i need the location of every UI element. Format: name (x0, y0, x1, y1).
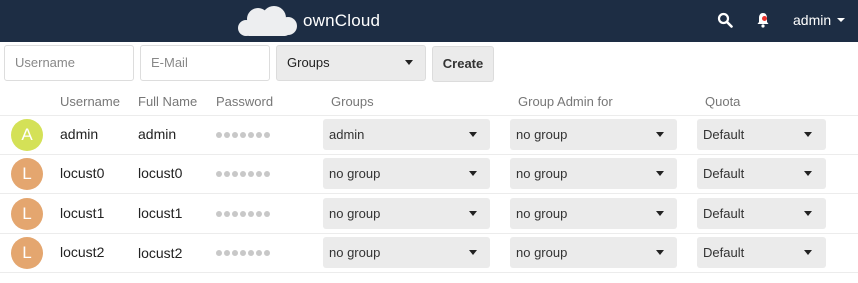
quota-dropdown[interactable]: Default (697, 237, 826, 268)
chevron-down-icon (804, 171, 812, 176)
logo[interactable]: ownCloud (234, 4, 380, 38)
group-admin-dropdown-value: no group (516, 166, 568, 181)
chevron-down-icon (405, 60, 413, 65)
table-header: Username Full Name Password Groups Group… (0, 94, 858, 114)
chevron-down-icon (804, 211, 812, 216)
cloud-logo-icon (238, 6, 297, 36)
quota-dropdown[interactable]: Default (697, 119, 826, 150)
username-cell: locust0 (60, 165, 105, 181)
groups-select[interactable]: Groups (276, 45, 426, 81)
groups-dropdown-value: no group (329, 206, 381, 221)
group-admin-dropdown-value: no group (516, 245, 568, 260)
chevron-down-icon (656, 211, 664, 216)
groups-dropdown-value: no group (329, 166, 381, 181)
top-header: ownCloud admin (0, 0, 858, 42)
table-row: L locust1 locust1 no group no group Defa… (0, 193, 858, 232)
groups-dropdown[interactable]: no group (323, 158, 490, 189)
quota-dropdown[interactable]: Default (697, 158, 826, 189)
notifications-button[interactable] (756, 11, 770, 33)
search-button[interactable] (717, 12, 733, 32)
notification-indicator (762, 16, 767, 21)
column-header-groups: Groups (331, 94, 374, 109)
quota-dropdown[interactable]: Default (697, 198, 826, 229)
table-bottom-border (0, 272, 858, 273)
password-cell[interactable] (216, 132, 270, 138)
group-admin-dropdown[interactable]: no group (510, 237, 677, 268)
brand-name: ownCloud (303, 11, 381, 30)
column-header-full-name: Full Name (138, 94, 198, 109)
chevron-down-icon (469, 250, 477, 255)
quota-dropdown-value: Default (703, 206, 745, 221)
column-header-quota: Quota (705, 94, 741, 109)
chevron-down-icon (656, 132, 664, 137)
groups-dropdown[interactable]: no group (323, 237, 490, 268)
avatar: A (11, 119, 43, 151)
groups-dropdown[interactable]: admin (323, 119, 490, 150)
quota-dropdown-value: Default (703, 166, 745, 181)
email-input[interactable]: E-Mail (140, 45, 270, 81)
table-row: A admin admin admin no group Default (0, 115, 858, 154)
groups-dropdown-value: admin (329, 127, 365, 142)
user-menu-label: admin (793, 12, 832, 28)
chevron-down-icon (469, 211, 477, 216)
username-cell: locust1 (60, 205, 105, 221)
username-input[interactable]: Username (4, 45, 134, 81)
chevron-down-icon (656, 171, 664, 176)
groups-dropdown-value: no group (329, 245, 381, 260)
quota-dropdown-value: Default (703, 245, 745, 260)
chevron-down-icon (656, 250, 664, 255)
chevron-down-icon (804, 132, 812, 137)
full-name-cell[interactable]: locust0 (138, 165, 182, 181)
group-admin-dropdown[interactable]: no group (510, 198, 677, 229)
username-cell: locust2 (60, 244, 105, 260)
chevron-down-icon (469, 132, 477, 137)
chevron-down-icon (469, 171, 477, 176)
group-admin-dropdown-value: no group (516, 127, 568, 142)
password-cell[interactable] (216, 171, 270, 177)
full-name-cell[interactable]: locust1 (138, 205, 182, 221)
table-row: L locust2 locust2 no group no group Defa… (0, 233, 858, 272)
search-icon (717, 12, 733, 28)
chevron-down-icon (804, 250, 812, 255)
password-cell[interactable] (216, 250, 270, 256)
avatar: L (11, 158, 43, 190)
avatar: L (11, 198, 43, 230)
password-cell[interactable] (216, 211, 270, 217)
column-header-username: Username (60, 94, 120, 109)
group-admin-dropdown[interactable]: no group (510, 119, 677, 150)
groups-select-label: Groups (287, 55, 330, 70)
quota-dropdown-value: Default (703, 127, 745, 142)
column-header-password: Password (216, 94, 274, 109)
avatar: L (11, 237, 43, 269)
create-button[interactable]: Create (432, 46, 494, 82)
table-row: L locust0 locust0 no group no group Defa… (0, 154, 858, 193)
group-admin-dropdown[interactable]: no group (510, 158, 677, 189)
groups-dropdown[interactable]: no group (323, 198, 490, 229)
full-name-cell[interactable]: locust2 (138, 245, 182, 261)
full-name-cell[interactable]: admin (138, 126, 176, 142)
column-header-group-admin: Group Admin for (518, 94, 613, 109)
group-admin-dropdown-value: no group (516, 206, 568, 221)
user-menu[interactable]: admin (793, 12, 846, 28)
caret-down-icon (837, 18, 846, 22)
username-cell: admin (60, 126, 99, 142)
